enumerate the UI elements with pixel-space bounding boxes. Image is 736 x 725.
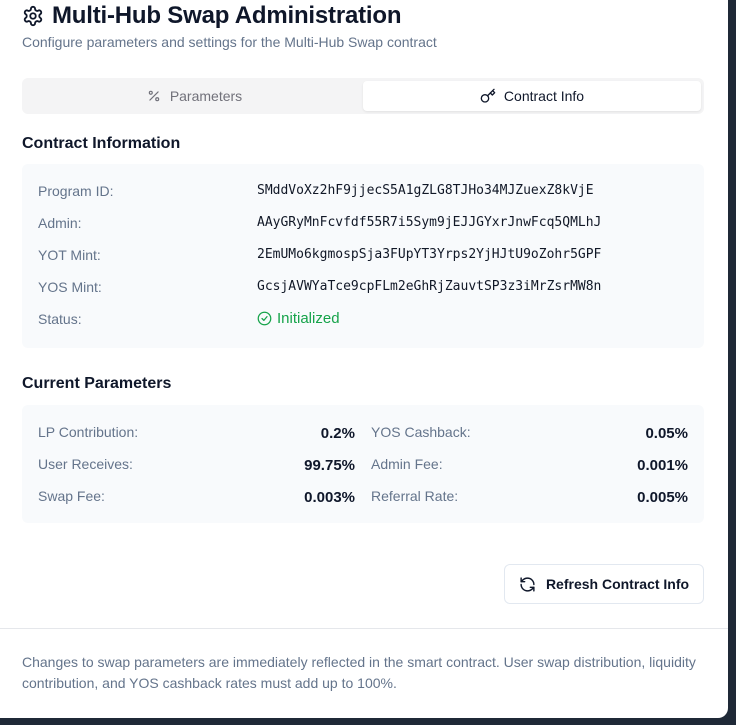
page-subtitle: Configure parameters and settings for th…	[22, 34, 437, 50]
info-row-yot-mint: YOT Mint: 2EmUMo6kgmospSja3FUpYT3Yrps2Yj…	[38, 243, 688, 265]
info-label: YOS Mint:	[38, 279, 102, 295]
refresh-contract-info-button[interactable]: Refresh Contract Info	[504, 564, 704, 604]
contract-info-panel: Program ID: SMddVoXz2hF9jjecS5A1gZLG8TJH…	[22, 164, 704, 348]
refresh-icon	[520, 576, 535, 592]
param-user-receives: User Receives: 99.75%	[38, 454, 355, 474]
info-label: Program ID:	[38, 183, 114, 199]
key-icon	[480, 88, 496, 104]
parameters-panel: LP Contribution: 0.2% User Receives: 99.…	[22, 405, 704, 523]
footer-divider	[0, 628, 728, 629]
info-label: Admin:	[38, 215, 82, 231]
current-parameters-title: Current Parameters	[22, 375, 172, 392]
param-value: 0.2%	[320, 425, 355, 442]
param-referral-rate: Referral Rate: 0.005%	[371, 486, 688, 506]
param-value: 0.005%	[637, 489, 688, 506]
info-row-yos-mint: YOS Mint: GcsjAVWYaTce9cpFLm2eGhRjZauvtS…	[38, 275, 688, 297]
percent-icon	[146, 88, 162, 104]
tab-parameters[interactable]: Parameters	[25, 81, 363, 111]
param-label: Swap Fee:	[38, 488, 105, 504]
gear-icon	[23, 5, 43, 27]
page-title: Multi-Hub Swap Administration	[52, 2, 402, 29]
info-row-status: Status: Initialized	[38, 307, 688, 329]
tab-parameters-label: Parameters	[169, 88, 243, 104]
contract-info-title: Contract Information	[22, 135, 181, 152]
yos-mint-value: GcsjAVWYaTce9cpFLm2eGhRjZauvtSP3z3iMrZsr…	[257, 279, 602, 294]
info-label: YOT Mint:	[38, 247, 101, 263]
param-label: Referral Rate:	[371, 488, 459, 504]
admin-card: Multi-Hub Swap Administration Configure …	[0, 0, 728, 718]
param-label: YOS Cashback:	[371, 424, 471, 440]
param-label: LP Contribution:	[38, 424, 139, 440]
info-row-admin: Admin: AAyGRyMnFcvfdf55R7i5Sym9jEJJGYxrJ…	[38, 211, 688, 233]
param-value: 99.75%	[304, 457, 355, 474]
info-row-program-id: Program ID: SMddVoXz2hF9jjecS5A1gZLG8TJH…	[38, 179, 688, 201]
program-id-value: SMddVoXz2hF9jjecS5A1gZLG8TJHo34MJZuexZ8k…	[257, 183, 594, 198]
tab-contract-info[interactable]: Contract Info	[363, 81, 701, 111]
status-badge: Initialized	[257, 310, 340, 327]
tab-contract-info-label: Contract Info	[503, 88, 585, 104]
refresh-button-label: Refresh Contract Info	[545, 576, 690, 592]
header: Multi-Hub Swap Administration	[22, 2, 401, 30]
param-admin-fee: Admin Fee: 0.001%	[371, 454, 688, 474]
yot-mint-value: 2EmUMo6kgmospSja3FUpYT3Yrps2YjHJtU9oZohr…	[257, 247, 602, 262]
footer-note: Changes to swap parameters are immediate…	[22, 654, 696, 691]
tab-bar: Parameters Contract Info	[22, 78, 704, 114]
status-text: Initialized	[277, 310, 340, 327]
param-value: 0.001%	[637, 457, 688, 474]
param-yos-cashback: YOS Cashback: 0.05%	[371, 422, 688, 442]
param-swap-fee: Swap Fee: 0.003%	[38, 486, 355, 506]
param-value: 0.003%	[304, 489, 355, 506]
param-value: 0.05%	[645, 425, 688, 442]
param-label: User Receives:	[38, 456, 133, 472]
param-label: Admin Fee:	[371, 456, 443, 472]
param-lp-contribution: LP Contribution: 0.2%	[38, 422, 355, 442]
admin-value: AAyGRyMnFcvfdf55R7i5Sym9jEJJGYxrJnwFcq5Q…	[257, 215, 602, 230]
check-circle-icon	[257, 311, 272, 326]
info-label: Status:	[38, 311, 82, 327]
